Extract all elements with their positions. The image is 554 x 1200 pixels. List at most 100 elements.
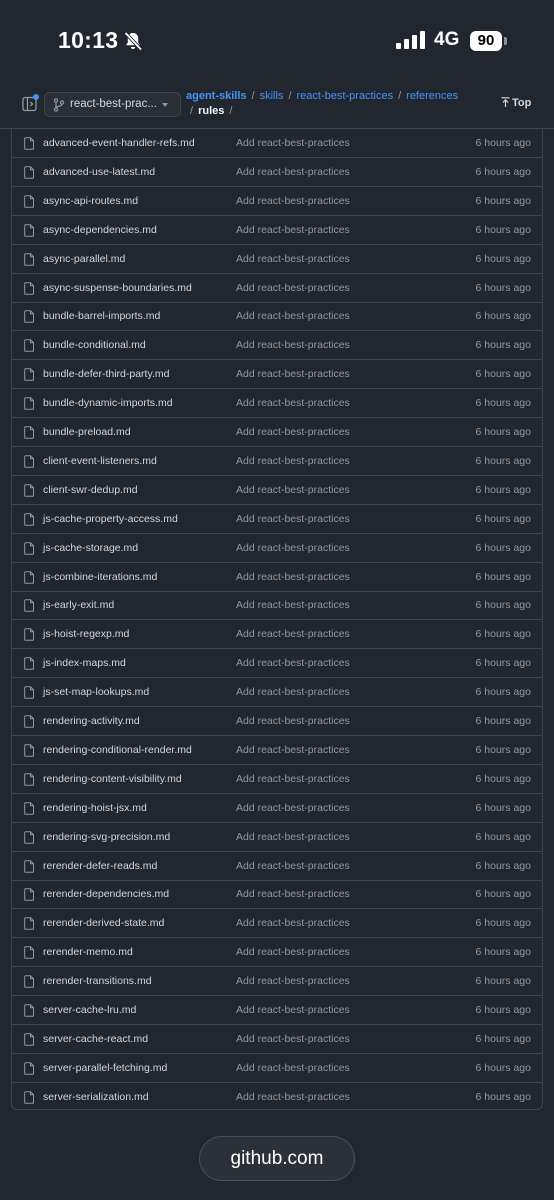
commit-message-link[interactable]: Add react-best-practices <box>236 628 350 640</box>
commit-message-link[interactable]: Add react-best-practices <box>236 1004 350 1016</box>
file-row[interactable]: bundle-barrel-imports.md Add react-best-p… <box>12 302 542 332</box>
file-name-link[interactable]: rerender-defer-reads.md <box>43 860 157 872</box>
commit-message-link[interactable]: Add react-best-practices <box>236 831 350 843</box>
file-name-link[interactable]: js-set-map-lookups.md <box>43 686 149 698</box>
file-row[interactable]: rerender-dependencies.md Add react-best-p… <box>12 880 542 910</box>
file-name-link[interactable]: server-cache-react.md <box>43 1033 148 1045</box>
commit-message-link[interactable]: Add react-best-practices <box>236 542 350 554</box>
commit-message-link[interactable]: Add react-best-practices <box>236 571 350 583</box>
file-name-link[interactable]: advanced-event-handler-refs.md <box>43 137 195 149</box>
file-row[interactable]: rendering-activity.md Add react-best-prac… <box>12 707 542 736</box>
file-name-link[interactable]: server-serialization.md <box>43 1091 149 1103</box>
file-name-link[interactable]: rendering-activity.md <box>43 715 140 727</box>
commit-message-link[interactable]: Add react-best-practices <box>236 166 350 178</box>
file-name-link[interactable]: rendering-content-visibility.md <box>43 773 182 785</box>
commit-message-link[interactable]: Add react-best-practices <box>236 195 350 207</box>
commit-message-link[interactable]: Add react-best-practices <box>236 888 350 900</box>
commit-message-link[interactable]: Add react-best-practices <box>236 860 350 872</box>
file-name-link[interactable]: client-event-listeners.md <box>43 455 157 467</box>
commit-message-link[interactable]: Add react-best-practices <box>236 686 350 698</box>
commit-message-link[interactable]: Add react-best-practices <box>236 917 350 929</box>
file-name-link[interactable]: server-parallel-fetching.md <box>43 1062 167 1074</box>
file-row[interactable]: rendering-content-visibility.md Add react… <box>12 765 542 794</box>
file-row[interactable]: server-cache-lru.md Add react-best-practi… <box>12 996 542 1025</box>
commit-message-link[interactable]: Add react-best-practices <box>236 484 350 496</box>
file-row[interactable]: advanced-use-latest.md Add react-best-pra… <box>12 158 542 187</box>
file-row[interactable]: async-dependencies.md Add react-best-prac… <box>12 216 542 245</box>
commit-message-link[interactable]: Add react-best-practices <box>236 137 350 149</box>
file-row[interactable]: js-index-maps.md Add react-best-practices… <box>12 649 542 679</box>
file-row[interactable]: async-suspense-boundaries.md Add react-be… <box>12 274 542 303</box>
file-row[interactable]: js-hoist-regexp.md Add react-best-practic… <box>12 620 542 650</box>
commit-message-link[interactable]: Add react-best-practices <box>236 1062 350 1074</box>
file-row[interactable]: server-cache-react.md Add react-best-prac… <box>12 1025 542 1054</box>
file-name-link[interactable]: server-cache-lru.md <box>43 1004 136 1016</box>
commit-message-link[interactable]: Add react-best-practices <box>236 1033 350 1045</box>
commit-message-link[interactable]: Add react-best-practices <box>236 744 350 756</box>
commit-message-link[interactable]: Add react-best-practices <box>236 773 350 785</box>
file-row[interactable]: rerender-memo.md Add react-best-practices… <box>12 938 542 968</box>
file-row[interactable]: js-cache-storage.md Add react-best-practi… <box>12 534 542 563</box>
file-name-link[interactable]: rerender-dependencies.md <box>43 888 169 900</box>
file-name-link[interactable]: js-combine-iterations.md <box>43 571 157 583</box>
file-name-link[interactable]: js-hoist-regexp.md <box>43 628 129 640</box>
file-name-link[interactable]: bundle-dynamic-imports.md <box>43 397 173 409</box>
file-row[interactable]: js-combine-iterations.md Add react-best-p… <box>12 563 542 592</box>
file-name-link[interactable]: client-swr-dedup.md <box>43 484 138 496</box>
commit-message-link[interactable]: Add react-best-practices <box>236 426 350 438</box>
breadcrumb-link-references[interactable]: references <box>406 90 458 102</box>
breadcrumb-link-skills[interactable]: skills <box>260 90 284 102</box>
file-row[interactable]: js-set-map-lookups.md Add react-best-prac… <box>12 678 542 708</box>
commit-message-link[interactable]: Add react-best-practices <box>236 513 350 525</box>
file-name-link[interactable]: rendering-conditional-render.md <box>43 744 192 756</box>
commit-message-link[interactable]: Add react-best-practices <box>236 253 350 265</box>
file-row[interactable]: rendering-svg-precision.md Add react-best… <box>12 823 542 852</box>
file-name-link[interactable]: advanced-use-latest.md <box>43 166 155 178</box>
branch-selector-button[interactable]: react-best-prac... <box>44 92 181 117</box>
commit-message-link[interactable]: Add react-best-practices <box>236 975 350 987</box>
file-row[interactable]: js-cache-property-access.md Add react-bes… <box>12 505 542 534</box>
file-row[interactable]: bundle-dynamic-imports.md Add react-best-… <box>12 389 542 419</box>
commit-message-link[interactable]: Add react-best-practices <box>236 282 350 294</box>
file-name-link[interactable]: async-parallel.md <box>43 253 125 265</box>
file-name-link[interactable]: bundle-conditional.md <box>43 339 146 351</box>
file-name-link[interactable]: rerender-memo.md <box>43 946 133 958</box>
file-row[interactable]: rerender-derived-state.md Add react-best-… <box>12 909 542 939</box>
commit-message-link[interactable]: Add react-best-practices <box>236 802 350 814</box>
file-name-link[interactable]: bundle-barrel-imports.md <box>43 310 160 322</box>
browser-url-bar[interactable]: github.com <box>199 1136 355 1181</box>
commit-message-link[interactable]: Add react-best-practices <box>236 310 350 322</box>
commit-message-link[interactable]: Add react-best-practices <box>236 397 350 409</box>
file-row[interactable]: client-event-listeners.md Add react-best-… <box>12 447 542 476</box>
file-row[interactable]: server-parallel-fetching.md Add react-bes… <box>12 1054 542 1083</box>
file-row[interactable]: rerender-defer-reads.md Add react-best-pr… <box>12 852 542 881</box>
file-row[interactable]: client-swr-dedup.md Add react-best-practi… <box>12 476 542 505</box>
file-name-link[interactable]: js-cache-property-access.md <box>43 513 178 525</box>
file-row[interactable]: js-early-exit.md Add react-best-practices… <box>12 591 542 621</box>
breadcrumb-link-react-best-practices[interactable]: react-best-practices <box>297 90 394 102</box>
file-row[interactable]: async-parallel.md Add react-best-practice… <box>12 245 542 274</box>
file-name-link[interactable]: bundle-defer-third-party.md <box>43 368 169 380</box>
commit-message-link[interactable]: Add react-best-practices <box>236 368 350 380</box>
file-name-link[interactable]: async-suspense-boundaries.md <box>43 282 192 294</box>
file-name-link[interactable]: bundle-preload.md <box>43 426 131 438</box>
commit-message-link[interactable]: Add react-best-practices <box>236 224 350 236</box>
file-row[interactable]: server-serialization.md Add react-best-pr… <box>12 1083 542 1112</box>
commit-message-link[interactable]: Add react-best-practices <box>236 339 350 351</box>
file-row[interactable]: async-api-routes.md Add react-best-practi… <box>12 187 542 216</box>
file-row[interactable]: bundle-conditional.md Add react-best-prac… <box>12 331 542 361</box>
file-name-link[interactable]: rerender-derived-state.md <box>43 917 164 929</box>
file-row[interactable]: bundle-defer-third-party.md Add react-bes… <box>12 360 542 390</box>
file-name-link[interactable]: js-early-exit.md <box>43 599 114 611</box>
file-row[interactable]: rerender-transitions.md Add react-best-pr… <box>12 967 542 997</box>
file-row[interactable]: rendering-hoist-jsx.md Add react-best-pra… <box>12 794 542 823</box>
commit-message-link[interactable]: Add react-best-practices <box>236 715 350 727</box>
commit-message-link[interactable]: Add react-best-practices <box>236 657 350 669</box>
commit-message-link[interactable]: Add react-best-practices <box>236 599 350 611</box>
file-row[interactable]: advanced-event-handler-refs.md Add react-… <box>12 129 542 158</box>
file-name-link[interactable]: js-index-maps.md <box>43 657 126 669</box>
commit-message-link[interactable]: Add react-best-practices <box>236 1091 350 1103</box>
file-row[interactable]: bundle-preload.md Add react-best-practice… <box>12 418 542 447</box>
back-to-top-button[interactable]: Top <box>501 97 531 109</box>
commit-message-link[interactable]: Add react-best-practices <box>236 455 350 467</box>
